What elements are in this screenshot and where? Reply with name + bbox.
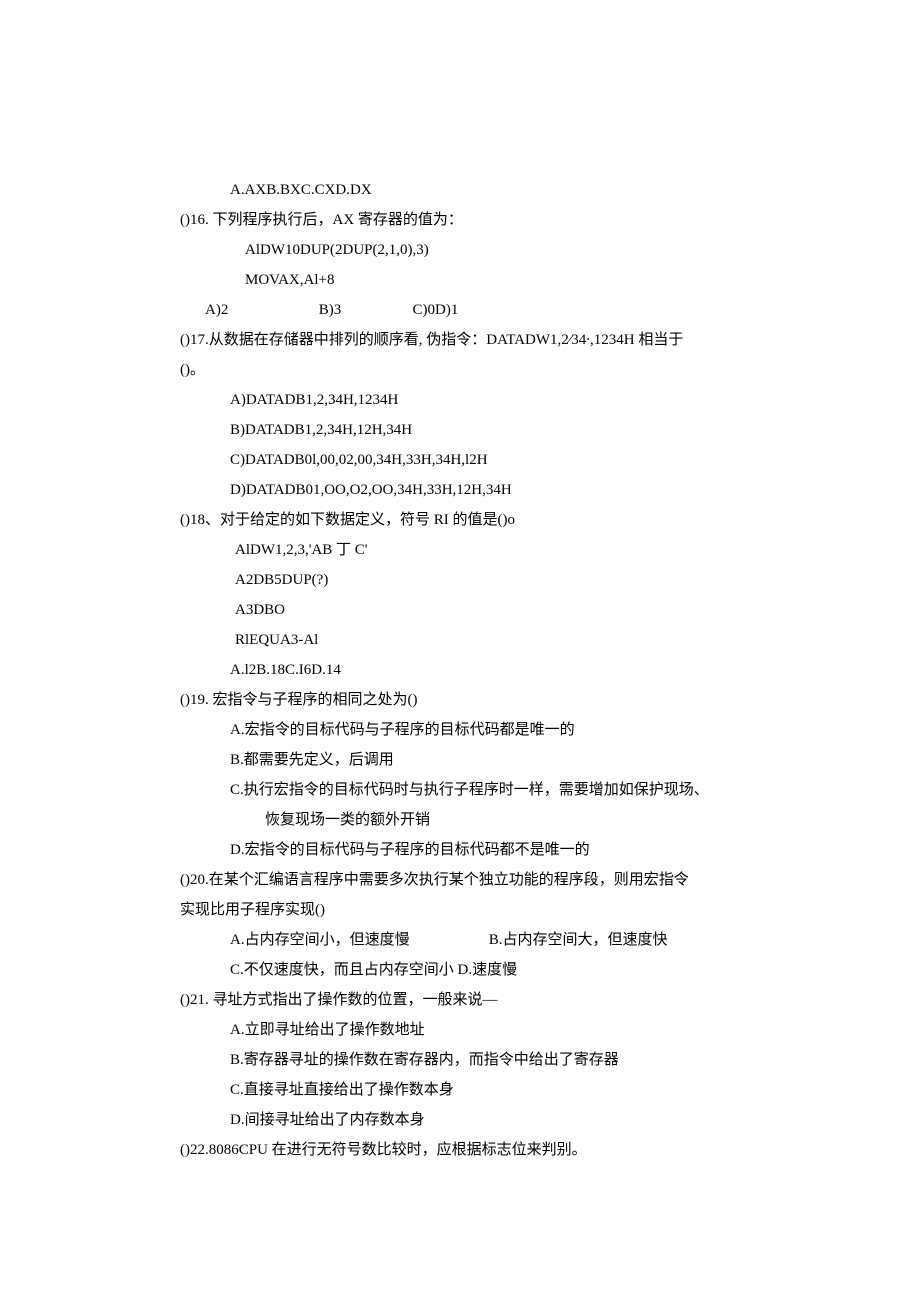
option-c: C.执行宏指令的目标代码时与执行子程序时一样，需要增加如保护现场、 xyxy=(180,775,740,805)
code-line: AlDW1,2,3,'AB 丁 C' xyxy=(180,535,740,565)
code-line: AlDW10DUP(2DUP(2,1,0),3) xyxy=(180,235,740,265)
option-d: D)DATADB01,OO,O2,OO,34H,33H,12H,34H xyxy=(180,475,740,505)
option-b: B)3 xyxy=(319,295,409,325)
option-a: A.立即寻址给出了操作数地址 xyxy=(180,1015,740,1045)
question-17-cont: ()。 xyxy=(180,355,740,385)
option-a: A.宏指令的目标代码与子程序的目标代码都是唯一的 xyxy=(180,715,740,745)
code-line: A3DBO xyxy=(180,595,740,625)
options-row: A.l2B.18C.I6D.14 xyxy=(180,655,740,685)
option-c-cont: 恢复现场一类的额外开销 xyxy=(180,805,740,835)
options-row: A.占内存空间小，但速度慢 B.占内存空间大，但速度快 xyxy=(180,925,740,955)
option-b: B.都需要先定义，后调用 xyxy=(180,745,740,775)
question-21: ()21. 寻址方式指出了操作数的位置，一般来说— xyxy=(180,985,740,1015)
option-c: C.直接寻址直接给出了操作数本身 xyxy=(180,1075,740,1105)
option-d: D.间接寻址给出了内存数本身 xyxy=(180,1105,740,1135)
option-d: D.宏指令的目标代码与子程序的目标代码都不是唯一的 xyxy=(180,835,740,865)
question-22: ()22.8086CPU 在进行无符号数比较时，应根据标志位来判别。 xyxy=(180,1135,740,1165)
question-20-cont: 实现比用子程序实现() xyxy=(180,895,740,925)
code-line: MOVAX,Al+8 xyxy=(180,265,740,295)
option-a: A)2 xyxy=(205,295,315,325)
option-c: C)DATADB0l,00,02,00,34H,33H,34H,l2H xyxy=(180,445,740,475)
option-line: A.AXB.BXC.CXD.DX xyxy=(180,175,740,205)
option-b: B.占内存空间大，但速度快 xyxy=(489,925,668,955)
question-16: ()16. 下列程序执行后，AX 寄存器的值为： xyxy=(180,205,740,235)
code-line: RlEQUA3-Al xyxy=(180,625,740,655)
question-17: ()17.从数据在存储器中排列的顺序看, 伪指令：DATADW1,2⁄34∙,1… xyxy=(180,325,740,355)
option-a: A.占内存空间小，但速度慢 xyxy=(230,925,485,955)
code-line: A2DB5DUP(?) xyxy=(180,565,740,595)
question-19: ()19. 宏指令与子程序的相同之处为() xyxy=(180,685,740,715)
option-a: A)DATADB1,2,34H,1234H xyxy=(180,385,740,415)
option-b: B.寄存器寻址的操作数在寄存器内，而指令中给出了寄存器 xyxy=(180,1045,740,1075)
question-18: ()18、对于给定的如下数据定义，符号 RI 的值是()o xyxy=(180,505,740,535)
options-row: C.不仅速度快，而且占内存空间小 D.速度慢 xyxy=(180,955,740,985)
option-b: B)DATADB1,2,34H,12H,34H xyxy=(180,415,740,445)
question-20: ()20.在某个汇编语言程序中需要多次执行某个独立功能的程序段，则用宏指令 xyxy=(180,865,740,895)
option-cd: C)0D)1 xyxy=(413,295,459,325)
options-row: A)2 B)3 C)0D)1 xyxy=(180,295,740,325)
